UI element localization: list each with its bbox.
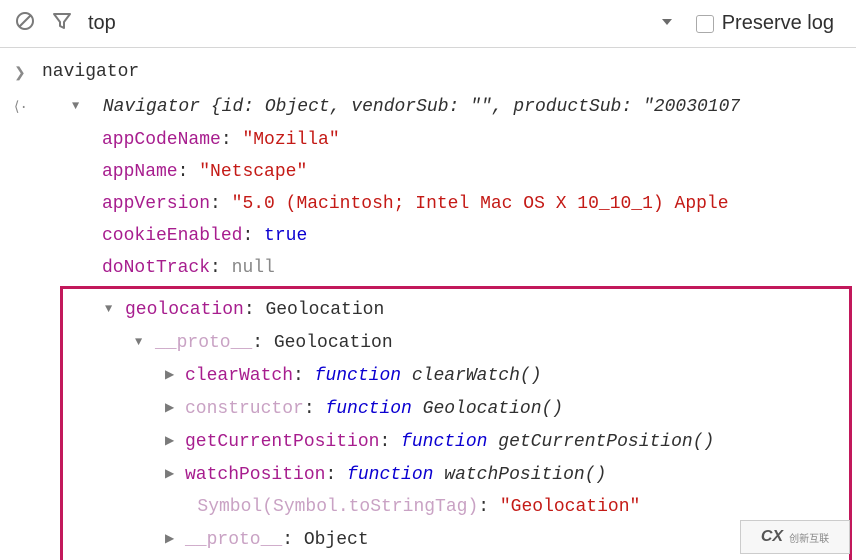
checkbox-icon[interactable]	[696, 15, 714, 33]
property-row[interactable]: appVersion: "5.0 (Macintosh; Intel Mac O…	[0, 188, 856, 220]
expand-toggle-icon[interactable]	[105, 293, 119, 325]
navigator-header-row[interactable]: ⟨· Navigator {id: Object, vendorSub: "",…	[0, 90, 856, 124]
property-row[interactable]: cookieEnabled: true	[0, 220, 856, 252]
filter-icon[interactable]	[52, 11, 72, 37]
proto-row[interactable]: __proto__: Geolocation	[63, 326, 849, 359]
output-indicator-icon: ⟨·	[14, 90, 42, 124]
method-row[interactable]: watchPosition: function watchPosition()	[63, 458, 849, 491]
expand-toggle-icon[interactable]	[165, 392, 179, 424]
console-output: ❯ navigator ⟨· Navigator {id: Object, ve…	[0, 48, 856, 560]
input-prompt-icon: ❯	[14, 56, 42, 90]
method-row[interactable]: clearWatch: function clearWatch()	[63, 359, 849, 392]
preserve-log-label: Preserve log	[722, 12, 834, 35]
expand-toggle-icon[interactable]	[165, 523, 179, 555]
chevron-down-icon	[660, 12, 674, 35]
context-selector[interactable]: top	[88, 12, 680, 35]
property-row[interactable]: appName: "Netscape"	[0, 156, 856, 188]
property-row[interactable]: doNotTrack: null	[0, 252, 856, 284]
expand-toggle-icon[interactable]	[165, 458, 179, 490]
console-input-line[interactable]: ❯ navigator	[0, 56, 856, 90]
watermark-logo-icon: CX	[761, 528, 783, 546]
watermark-text: 创新互联	[789, 530, 829, 545]
watermark: CX 创新互联	[740, 520, 850, 554]
context-label: top	[88, 12, 116, 35]
method-row[interactable]: constructor: function Geolocation()	[63, 392, 849, 425]
input-expression: navigator	[42, 56, 139, 88]
expand-toggle-icon[interactable]	[72, 90, 86, 122]
expand-toggle-icon[interactable]	[165, 359, 179, 391]
proto-row[interactable]: __proto__: Object	[63, 523, 849, 556]
geolocation-header-row[interactable]: geolocation: Geolocation	[63, 293, 849, 326]
expand-toggle-icon[interactable]	[165, 425, 179, 457]
clear-console-icon[interactable]	[14, 10, 36, 38]
property-row[interactable]: appCodeName: "Mozilla"	[0, 124, 856, 156]
console-toolbar: top Preserve log	[0, 0, 856, 48]
expand-toggle-icon[interactable]	[135, 326, 149, 358]
preserve-log-toggle[interactable]: Preserve log	[696, 12, 842, 35]
object-type: Navigator	[103, 97, 200, 117]
method-row[interactable]: getCurrentPosition: function getCurrentP…	[63, 425, 849, 458]
symbol-row[interactable]: Symbol(Symbol.toStringTag): "Geolocation…	[63, 491, 849, 523]
highlighted-region: geolocation: Geolocation __proto__: Geol…	[60, 286, 852, 560]
